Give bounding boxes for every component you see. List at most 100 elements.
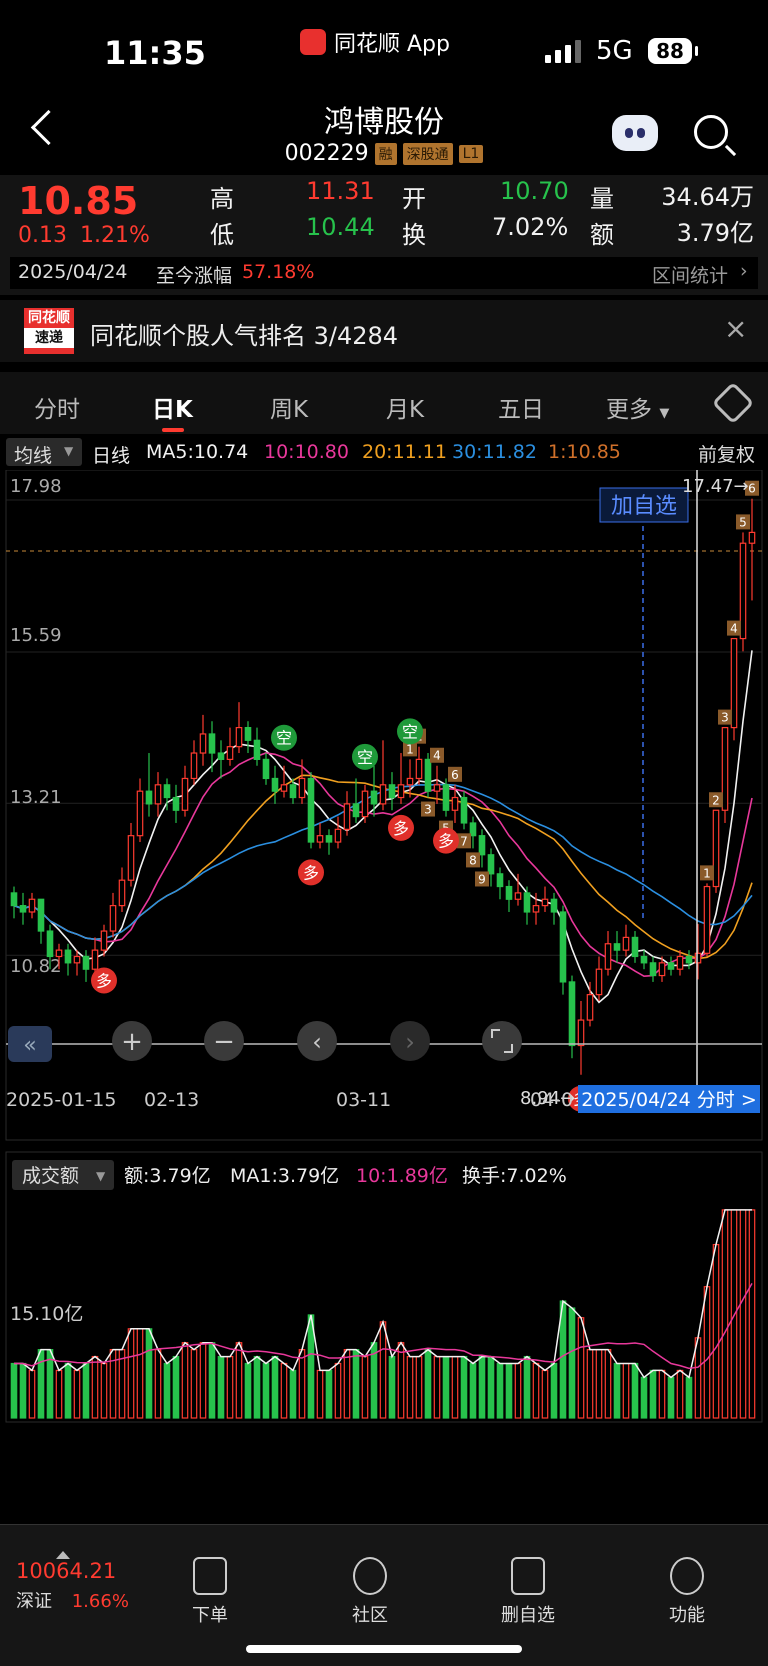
indicator-select[interactable]: 均线 ▼: [6, 438, 82, 467]
candle-body: [298, 777, 306, 799]
tab-daily-k[interactable]: 日K: [152, 390, 193, 424]
tab-weekly-k[interactable]: 周K: [270, 390, 308, 424]
volume-bar: [712, 1243, 720, 1419]
volume-bar: [514, 1362, 522, 1419]
volume-bar: [424, 1349, 432, 1419]
volume-bar: [388, 1355, 396, 1419]
candle-body: [514, 892, 522, 900]
candle-body: [748, 531, 756, 544]
candle-body: [469, 822, 477, 837]
x-tick-3: 03-11: [336, 1089, 391, 1111]
y-label-top: 17.98: [10, 476, 62, 497]
adjust-mode[interactable]: 前复权: [698, 440, 755, 467]
candle-body: [622, 936, 630, 951]
tab-intraday[interactable]: 分时: [34, 390, 80, 424]
volume-bar: [478, 1355, 486, 1419]
tab-five-day[interactable]: 五日: [498, 390, 544, 424]
candle-body: [316, 835, 324, 843]
volume-bar: [649, 1369, 657, 1419]
candle-body: [208, 733, 216, 754]
function-button[interactable]: 功能: [647, 1557, 727, 1627]
crosshair-date-label: 2025/04/24 分时 >: [581, 1089, 757, 1111]
ma1-value: 1:10.85: [548, 441, 621, 463]
period-label: 日线: [92, 445, 131, 467]
settings-icon[interactable]: [711, 381, 755, 425]
add-watch-label: 加自选: [611, 494, 677, 519]
volume-bar: [379, 1321, 387, 1419]
volume-select-label: 成交额: [22, 1165, 79, 1187]
order-label: 下单: [192, 1605, 228, 1626]
robot-assistant-icon[interactable]: [612, 115, 658, 151]
candle-body: [505, 885, 513, 900]
status-time: 11:35: [104, 34, 206, 72]
minus-box-icon: [511, 1557, 545, 1595]
count-marker-label: 7: [460, 834, 468, 848]
volume-bar: [127, 1328, 135, 1419]
interval-stats-link[interactable]: 区间统计: [652, 261, 728, 288]
candle-body: [55, 949, 63, 958]
candle-body: [460, 796, 468, 824]
volume-bar: [118, 1349, 126, 1419]
search-icon[interactable]: [694, 115, 728, 149]
signal-label: 空: [402, 722, 418, 741]
candle-body: [424, 758, 432, 792]
app-label: 同花顺 App: [334, 32, 450, 57]
index-widget[interactable]: 10064.21 深证 1.66%: [16, 1551, 129, 1613]
volume-bar: [433, 1355, 441, 1419]
volume-bar: [316, 1369, 324, 1419]
candle-body: [307, 777, 315, 843]
count-marker-label: 6: [748, 482, 756, 496]
caret-down-icon: ▼: [64, 444, 74, 458]
candle-body: [46, 930, 54, 958]
open-value: 10.70: [500, 177, 569, 205]
menu-icon: [670, 1557, 704, 1595]
scroll-left-button[interactable]: «: [8, 1026, 52, 1062]
candle-body: [640, 955, 648, 964]
volume-bar: [55, 1369, 63, 1419]
candle-body: [244, 727, 252, 741]
community-button[interactable]: 社区: [330, 1557, 410, 1627]
candle-body: [64, 949, 72, 964]
volume-bar: [451, 1355, 459, 1419]
candle-body: [100, 930, 108, 951]
tab-monthly-k[interactable]: 月K: [386, 390, 424, 424]
order-button[interactable]: 下单: [170, 1557, 250, 1627]
pan-left-button[interactable]: ‹: [297, 1021, 337, 1061]
count-marker-label: 3: [721, 711, 729, 725]
crosshair-date-button[interactable]: 2025/04/24 分时 >: [578, 1085, 760, 1113]
close-icon[interactable]: ×: [724, 312, 747, 345]
kline-chart[interactable]: 17.98 15.59 13.21 10.82 123456789123456 …: [0, 470, 768, 1524]
count-marker-label: 6: [451, 768, 459, 782]
volume-amount: 额:3.79亿: [124, 1165, 211, 1187]
candle-body: [73, 955, 81, 964]
candle-body: [496, 873, 504, 888]
signal-label: 空: [276, 729, 292, 748]
app-indicator[interactable]: 同花顺 App: [300, 26, 450, 58]
y-label-2: 15.59: [10, 625, 62, 646]
volume-bar: [19, 1362, 27, 1419]
candle-body: [550, 898, 558, 913]
caret-down-icon: ▼: [659, 406, 670, 421]
pan-right-button[interactable]: ›: [390, 1021, 430, 1061]
volume-bar: [190, 1349, 198, 1419]
candle-body: [667, 962, 675, 970]
zoom-in-button[interactable]: +: [112, 1021, 152, 1061]
volume-bar: [82, 1362, 90, 1419]
volume-bar: [352, 1349, 360, 1419]
active-tab-indicator: [162, 428, 184, 432]
volume-bar: [487, 1355, 495, 1419]
volume-y-label: 15.10亿: [10, 1303, 83, 1325]
volume-bar: [586, 1349, 594, 1419]
gain-value: 57.18%: [242, 261, 315, 283]
zoom-out-button[interactable]: −: [204, 1021, 244, 1061]
volume-bar: [334, 1362, 342, 1419]
popularity-banner[interactable]: 同花顺 速递 同花顺个股人气排名 3/4284 ×: [0, 300, 768, 362]
tab-more[interactable]: 更多 ▼: [606, 390, 669, 424]
candle-body: [109, 905, 117, 932]
candle-body: [199, 733, 207, 754]
app-logo-icon: [300, 29, 326, 55]
fullscreen-button[interactable]: [482, 1021, 522, 1061]
open-label: 开: [402, 185, 426, 213]
volume-select[interactable]: 成交额 ▼: [12, 1160, 114, 1190]
remove-watch-button[interactable]: 删自选: [488, 1557, 568, 1627]
